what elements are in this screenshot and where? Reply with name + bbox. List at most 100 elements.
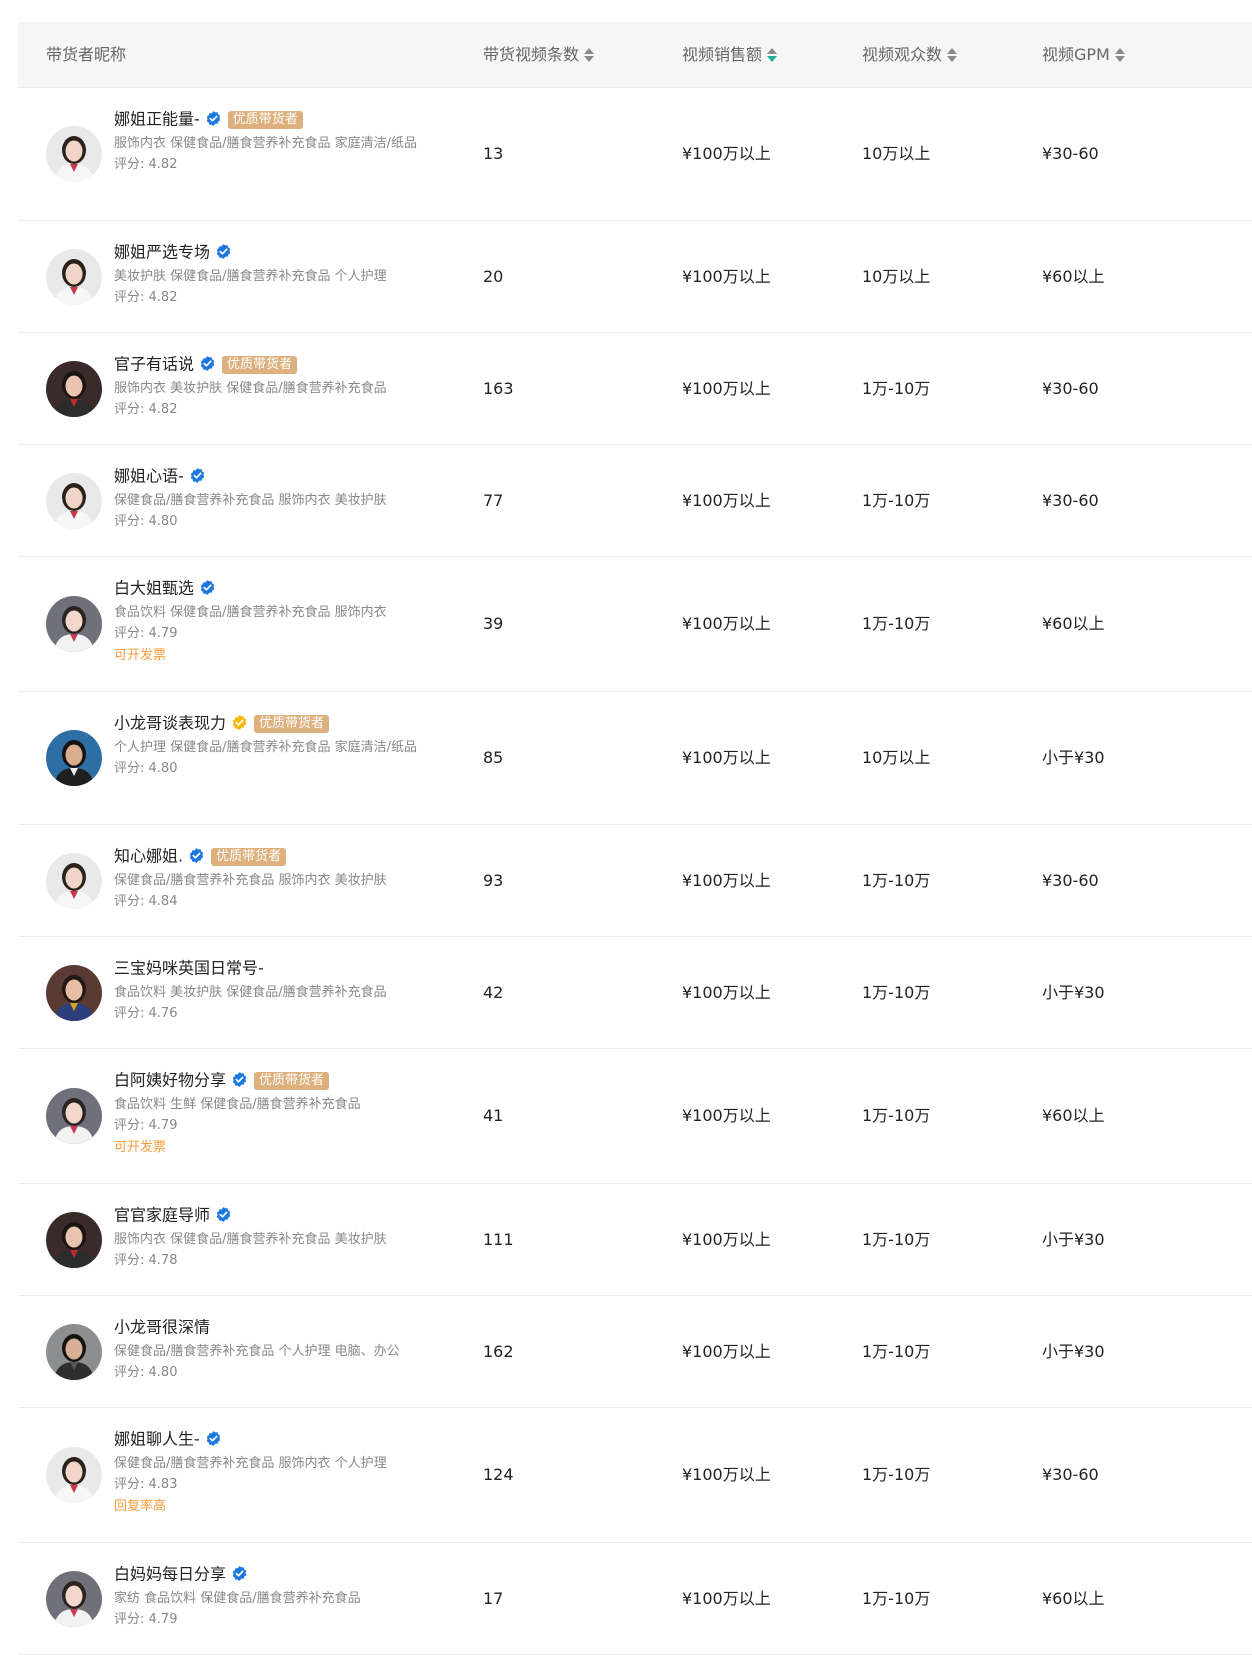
score-value: 4.79 <box>148 626 178 641</box>
avatar[interactable] <box>46 1324 102 1380</box>
header-video-viewers[interactable]: 视频观众数 <box>862 22 958 87</box>
video-count-cell: 85 <box>483 748 504 767</box>
header-video-count[interactable]: 带货视频条数 <box>483 22 595 87</box>
verified-icon <box>199 579 216 596</box>
video-viewers-cell: 1万-10万 <box>862 1465 931 1484</box>
verified-icon <box>188 847 205 864</box>
avatar[interactable] <box>46 853 102 909</box>
streamer-categories: 服饰内衣 保健食品/膳食营养补充食品 美妆护肤 <box>114 1232 387 1247</box>
score-value: 4.80 <box>148 761 178 776</box>
table-row[interactable]: 小龙哥谈表现力 优质带货者 个人护理 保健食品/膳食营养补充食品 家庭清洁/纸品 评分… <box>18 692 1252 825</box>
video-count-cell: 41 <box>483 1106 504 1125</box>
score-value: 4.79 <box>148 1118 178 1133</box>
table-row[interactable]: 知心娜姐. 优质带货者 保健食品/膳食营养补充食品 服饰内衣 美妆护肤 评分: 4.8… <box>18 825 1252 937</box>
table-row[interactable]: 小龙哥很深情 保健食品/膳食营养补充食品 个人护理 电脑、办公 评分: 4.80 16… <box>18 1296 1252 1408</box>
verified-icon <box>205 110 222 127</box>
table-row[interactable]: 三宝妈咪英国日常号- 食品饮料 美妆护肤 保健食品/膳食营养补充食品 评分: 4.7… <box>18 937 1252 1049</box>
sort-icon[interactable] <box>766 47 778 63</box>
video-count-cell: 124 <box>483 1465 514 1484</box>
video-count-cell: 13 <box>483 144 504 163</box>
avatar[interactable] <box>46 126 102 182</box>
avatar[interactable] <box>46 473 102 529</box>
avatar[interactable] <box>46 249 102 305</box>
streamer-info: 官子有话说 优质带货者 服饰内衣 美妆护肤 保健食品/膳食营养补充食品 评分: 4.8… <box>114 353 434 420</box>
header-video-sales[interactable]: 视频销售额 <box>682 22 778 87</box>
header-name: 带货者昵称 <box>46 45 127 64</box>
table-row[interactable]: 娜姐聊人生- 保健食品/膳食营养补充食品 服饰内衣 个人护理 评分: 4.83 回复率… <box>18 1408 1252 1543</box>
table-row[interactable]: 娜姐严选专场 美妆护肤 保健食品/膳食营养补充食品 个人护理 评分: 4.82 20 ¥… <box>18 221 1252 333</box>
video-viewers-cell: 1万-10万 <box>862 1230 931 1249</box>
streamer-info: 娜姐心语- 保健食品/膳食营养补充食品 服饰内衣 美妆护肤 评分: 4.80 <box>114 465 434 532</box>
avatar[interactable] <box>46 1571 102 1627</box>
avatar[interactable] <box>46 965 102 1021</box>
video-gpm-cell: ¥60以上 <box>1042 267 1105 286</box>
streamer-name-line: 官官家庭导师 <box>114 1204 434 1226</box>
video-viewers-cell: 10万以上 <box>862 748 931 767</box>
video-sales-cell: ¥100万以上 <box>682 748 771 767</box>
streamer-name[interactable]: 娜姐正能量- <box>114 110 200 129</box>
video-count-cell: 77 <box>483 491 504 510</box>
service-tag: 可开发票 <box>114 1140 167 1155</box>
streamer-name[interactable]: 知心娜姐. <box>114 847 183 866</box>
score-value: 4.80 <box>148 514 178 529</box>
verified-icon <box>215 1206 232 1223</box>
streamer-name[interactable]: 小龙哥很深情 <box>114 1318 210 1337</box>
streamer-name[interactable]: 官官家庭导师 <box>114 1206 210 1225</box>
streamer-info: 三宝妈咪英国日常号- 食品饮料 美妆护肤 保健食品/膳食营养补充食品 评分: 4.7… <box>114 957 434 1024</box>
streamer-name[interactable]: 三宝妈咪英国日常号- <box>114 959 264 978</box>
table-row[interactable]: 白阿姨好物分享 优质带货者 食品饮料 生鲜 保健食品/膳食营养补充食品 评分: 4.7… <box>18 1049 1252 1184</box>
avatar[interactable] <box>46 1088 102 1144</box>
quality-badge: 优质带货者 <box>254 1071 330 1090</box>
video-count-cell: 42 <box>483 983 504 1002</box>
streamer-info: 小龙哥很深情 保健食品/膳食营养补充食品 个人护理 电脑、办公 评分: 4.80 <box>114 1316 434 1383</box>
avatar[interactable] <box>46 1447 102 1503</box>
quality-badge: 优质带货者 <box>227 110 303 129</box>
video-viewers-cell: 1万-10万 <box>862 491 931 510</box>
streamer-name[interactable]: 娜姐聊人生- <box>114 1430 200 1449</box>
streamer-name[interactable]: 娜姐心语- <box>114 467 184 486</box>
verified-icon <box>205 1430 222 1447</box>
score-prefix: 评分: <box>114 1365 149 1380</box>
service-tag: 可开发票 <box>114 648 167 663</box>
avatar[interactable] <box>46 730 102 786</box>
streamer-score: 评分: 4.80 <box>114 758 434 779</box>
video-sales-cell: ¥100万以上 <box>682 983 771 1002</box>
score-value: 4.80 <box>148 1365 178 1380</box>
table-row[interactable]: 娜姐心语- 保健食品/膳食营养补充食品 服饰内衣 美妆护肤 评分: 4.80 77 ¥1… <box>18 445 1252 557</box>
avatar[interactable] <box>46 361 102 417</box>
quality-badge: 优质带货者 <box>254 714 330 733</box>
streamer-name[interactable]: 白阿姨好物分享 <box>114 1071 226 1090</box>
avatar[interactable] <box>46 1212 102 1268</box>
table-row[interactable]: 官官家庭导师 服饰内衣 保健食品/膳食营养补充食品 美妆护肤 评分: 4.78 111… <box>18 1184 1252 1296</box>
header-video-gpm[interactable]: 视频GPM <box>1042 22 1126 87</box>
streamer-name[interactable]: 官子有话说 <box>114 355 194 374</box>
video-count-cell: 17 <box>483 1589 504 1608</box>
avatar[interactable] <box>46 596 102 652</box>
table-row[interactable]: 娜姐正能量- 优质带货者 服饰内衣 保健食品/膳食营养补充食品 家庭清洁/纸品 评分:… <box>18 88 1252 221</box>
sort-icon[interactable] <box>946 47 958 63</box>
score-prefix: 评分: <box>114 1612 149 1627</box>
streamer-info: 娜姐正能量- 优质带货者 服饰内衣 保健食品/膳食营养补充食品 家庭清洁/纸品 评分:… <box>114 108 434 175</box>
table-row[interactable]: 官子有话说 优质带货者 服饰内衣 美妆护肤 保健食品/膳食营养补充食品 评分: 4.8… <box>18 333 1252 445</box>
sort-icon[interactable] <box>583 47 595 63</box>
streamer-name[interactable]: 白妈妈每日分享 <box>114 1565 226 1584</box>
streamer-name-line: 娜姐严选专场 <box>114 241 434 263</box>
streamer-score: 评分: 4.78 <box>114 1250 434 1271</box>
video-gpm-cell: ¥30-60 <box>1042 144 1099 163</box>
video-count-cell: 39 <box>483 614 504 633</box>
table-header: 带货者昵称 带货视频条数 视频销售额 视频观众数 视频GPM <box>18 22 1252 88</box>
quality-badge: 优质带货者 <box>211 847 287 866</box>
streamer-info: 官官家庭导师服饰内衣 保健食品/膳食营养补充食品 美妆护肤评分: 4.78 <box>114 1204 434 1271</box>
video-viewers-cell: 1万-10万 <box>862 1106 931 1125</box>
streamer-info: 娜姐聊人生- 保健食品/膳食营养补充食品 服饰内衣 个人护理 评分: 4.83 回复率… <box>114 1428 434 1518</box>
streamer-name[interactable]: 小龙哥谈表现力 <box>114 714 226 733</box>
score-prefix: 评分: <box>114 626 149 641</box>
streamer-name[interactable]: 娜姐严选专场 <box>114 243 210 262</box>
table-row[interactable]: 白妈妈每日分享 家纺 食品饮料 保健食品/膳食营养补充食品 评分: 4.79 17 ¥1… <box>18 1543 1252 1655</box>
streamer-name[interactable]: 白大姐甄选 <box>114 579 194 598</box>
sort-icon[interactable] <box>1114 47 1126 63</box>
video-gpm-cell: ¥30-60 <box>1042 491 1099 510</box>
streamer-score: 评分: 4.83 <box>114 1474 434 1495</box>
video-gpm-cell: ¥60以上 <box>1042 1589 1105 1608</box>
table-row[interactable]: 白大姐甄选 食品饮料 保健食品/膳食营养补充食品 服饰内衣 评分: 4.79 可开发票… <box>18 557 1252 692</box>
